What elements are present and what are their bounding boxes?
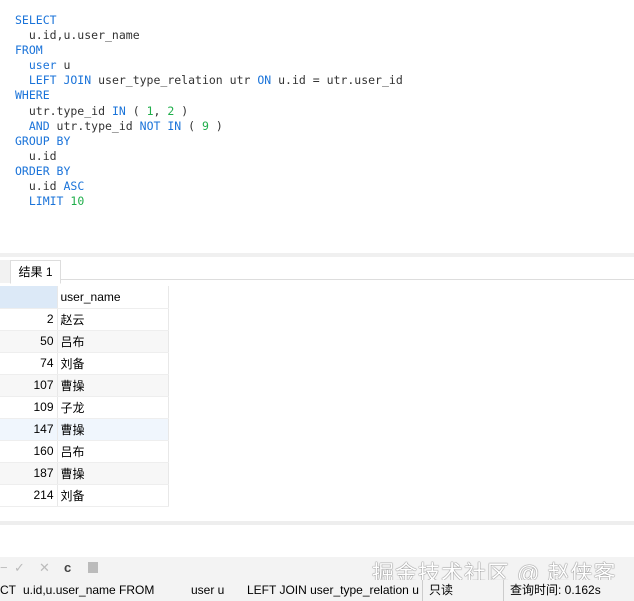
sql-token: ASC <box>63 179 85 194</box>
cell-user-name[interactable]: 吕布 <box>57 440 169 463</box>
status-query-time: 查询时间: 0.162s <box>503 580 601 601</box>
table-row[interactable]: 187 曹操 <box>0 462 169 485</box>
cell-id[interactable]: 50 <box>0 330 58 353</box>
cell-id[interactable]: 214 <box>0 484 58 507</box>
sql-token: 9 <box>201 118 209 133</box>
status-readonly: 只读 <box>422 580 453 601</box>
cell-id[interactable]: 147 <box>0 418 58 441</box>
table-row[interactable]: 214 刘备 <box>0 484 169 507</box>
sql-line: GROUP BY <box>15 133 71 148</box>
table-row[interactable]: 50 吕布 <box>0 330 169 353</box>
sql-token: ) <box>174 103 189 118</box>
sql-token: LEFT JOIN <box>15 73 92 88</box>
sql-token: u.id <box>15 179 64 194</box>
cell-id[interactable]: 109 <box>0 396 58 419</box>
x-icon[interactable]: ✕ <box>39 560 50 576</box>
table-header: user_name <box>0 286 169 309</box>
sql-line: u.id,u.user_name <box>15 28 140 43</box>
refresh-icon[interactable]: c <box>64 560 71 575</box>
tab-result-1[interactable]: 结果 1 <box>10 260 61 284</box>
sql-token: IN <box>111 103 126 118</box>
sql-token: NOT IN <box>139 118 182 133</box>
table-row[interactable]: 109 子龙 <box>0 396 169 419</box>
cell-user-name[interactable]: 曹操 <box>57 418 169 441</box>
status-sql-preview: LEFT JOIN user_type_relation u <box>247 583 419 597</box>
table-row[interactable]: 107 曹操 <box>0 374 169 397</box>
cell-id[interactable]: 107 <box>0 374 58 397</box>
sql-token: 10 <box>70 194 85 209</box>
sql-line: SELECT <box>15 13 57 27</box>
cell-user-name[interactable]: 赵云 <box>57 308 169 331</box>
status-sql-preview: user u <box>191 583 225 597</box>
sql-token: , <box>153 103 168 118</box>
cell-user-name[interactable]: 吕布 <box>57 330 169 353</box>
cell-id[interactable]: 74 <box>0 352 58 375</box>
table-row[interactable]: 74 刘备 <box>0 352 169 375</box>
check-icon[interactable]: ✓ <box>14 560 25 576</box>
table-row[interactable]: 160 吕布 <box>0 440 169 463</box>
cell-user-name[interactable]: 刘备 <box>57 352 169 375</box>
sql-token: u <box>56 58 71 73</box>
column-header-user-name[interactable]: user_name <box>57 286 169 309</box>
cell-user-name[interactable]: 曹操 <box>57 462 169 485</box>
minus-icon[interactable]: − <box>0 560 8 575</box>
sql-token: ( <box>125 103 147 118</box>
sql-token: utr.type_id <box>15 103 112 118</box>
cell-user-name[interactable]: 曹操 <box>57 374 169 397</box>
sql-token: LIMIT <box>15 194 71 209</box>
sql-token: ( <box>181 118 202 133</box>
sql-line: FROM <box>15 43 43 58</box>
sql-line: WHERE <box>15 88 50 103</box>
sql-line: u.id <box>15 148 57 163</box>
column-header-id[interactable] <box>0 286 58 309</box>
sql-token: utr.type_id <box>49 118 140 133</box>
status-bar: CT u.id,u.user_name FROM user u LEFT JOI… <box>0 580 634 601</box>
sql-line: ORDER BY <box>15 163 71 178</box>
sql-token: user_type_relation utr <box>91 73 258 88</box>
cell-id[interactable]: 2 <box>0 308 58 331</box>
sql-token: u.id = utr.user_id <box>271 73 403 88</box>
cell-id[interactable]: 160 <box>0 440 58 463</box>
result-tabs: 结果 1 <box>0 253 634 284</box>
table-row[interactable]: 147 曹操 <box>0 418 169 441</box>
stop-icon[interactable] <box>88 562 98 573</box>
cell-user-name[interactable]: 子龙 <box>57 396 169 419</box>
splitter[interactable] <box>0 521 634 525</box>
table-row[interactable]: 2 赵云 <box>0 308 169 331</box>
result-grid: user_name 2 赵云 50 吕布 74 刘备 107 曹操 109 子龙 147 曹操 160 吕… <box>0 286 169 507</box>
sql-token: 1 <box>146 103 154 118</box>
cell-user-name[interactable]: 刘备 <box>57 484 169 507</box>
cell-id[interactable]: 187 <box>0 462 58 485</box>
sql-token: user <box>15 58 57 73</box>
sql-token: ON <box>257 73 272 88</box>
sql-editor[interactable]: SELECT u.id,u.user_name FROM user u LEFT… <box>15 13 403 209</box>
sql-token: AND <box>15 118 50 133</box>
tab-previous[interactable] <box>0 260 10 283</box>
status-sql-preview: u.id,u.user_name FROM <box>23 583 155 597</box>
sql-token: ) <box>208 118 223 133</box>
status-sql-preview: CT <box>0 583 16 597</box>
